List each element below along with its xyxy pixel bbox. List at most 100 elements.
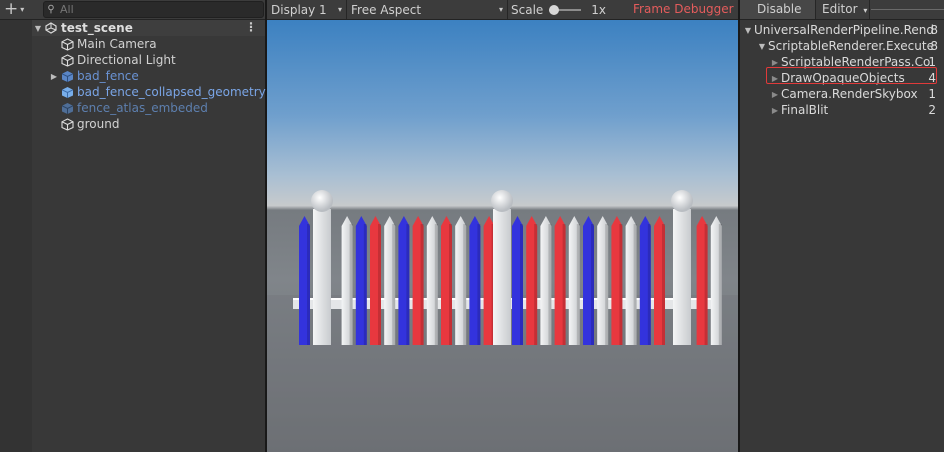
expand-arrow-icon[interactable]: ▶ — [769, 106, 781, 115]
chevron-down-icon: ▾ — [863, 6, 868, 15]
search-input[interactable] — [58, 3, 263, 16]
scene-row[interactable]: ▼ test_scene ⋮ — [32, 20, 265, 36]
event-count: 8 — [930, 23, 938, 37]
picket-shade — [449, 224, 452, 345]
game-viewport[interactable] — [267, 20, 738, 452]
hierarchy-toolbar: + ▾ ⚲ — [0, 0, 265, 20]
game-toolbar: Display 1 ▾ Free Aspect ▾ Scale 1x Frame… — [267, 0, 738, 20]
fence-post — [493, 209, 511, 345]
picket-shade — [647, 224, 651, 345]
picket-shade — [434, 224, 438, 345]
hierarchy-item-directional-light[interactable]: Directional Light — [32, 52, 265, 68]
picket-shade — [307, 224, 310, 345]
picket-shade — [605, 224, 609, 345]
picket-shade — [576, 224, 580, 345]
picket-shade — [463, 224, 467, 345]
event-label: FinalBlit — [781, 103, 829, 117]
picket-shade — [562, 224, 566, 345]
picket-shade — [548, 224, 552, 345]
event-row[interactable]: ▼ UniversalRenderPipeline.Rend 8 — [740, 22, 944, 38]
gameobject-icon — [60, 53, 74, 67]
prefab-icon — [60, 101, 74, 115]
picket-shade — [718, 224, 722, 345]
picket-shade — [662, 224, 665, 345]
collapse-arrow-icon[interactable]: ▼ — [756, 42, 768, 51]
picket-shade — [534, 224, 538, 345]
item-label: Main Camera — [77, 37, 157, 51]
item-label: ground — [77, 117, 120, 131]
fence-post — [673, 209, 691, 345]
slider-knob[interactable] — [549, 4, 560, 15]
expand-arrow-icon[interactable]: ▶ — [769, 90, 781, 99]
event-row[interactable]: ▶ FinalBlit 2 — [740, 102, 944, 118]
scale-slider[interactable] — [549, 4, 582, 15]
hierarchy-tree: ▼ test_scene ⋮ Main Camera Directional L… — [32, 20, 266, 452]
picket-shade — [591, 224, 594, 345]
more-options-icon[interactable]: ⋮ — [245, 20, 257, 34]
target-dropdown[interactable]: Editor ▾ — [818, 0, 870, 19]
debugger-tree: ▼ UniversalRenderPipeline.Rend 8 ▼ Scrip… — [740, 20, 944, 452]
post-sphere — [491, 190, 513, 212]
slider-track[interactable] — [871, 9, 944, 10]
expand-arrow-icon[interactable]: ▶ — [48, 72, 60, 81]
hierarchy-search[interactable]: ⚲ — [43, 1, 264, 18]
chevron-down-icon: ▾ — [498, 5, 503, 14]
hierarchy-item-bad-fence[interactable]: ▶ bad_fence — [32, 68, 265, 84]
event-label: Camera.RenderSkybox — [781, 87, 918, 101]
prefab-icon — [60, 85, 74, 99]
chevron-down-icon: ▾ — [20, 5, 25, 14]
debugger-toolbar: Disable Editor ▾ — [740, 0, 944, 20]
display-label: Display 1 — [271, 2, 327, 17]
fence-render — [267, 190, 738, 452]
post-sphere — [671, 190, 693, 212]
post-sphere — [311, 190, 333, 212]
picket-shade — [378, 224, 381, 345]
event-count: 2 — [928, 103, 936, 117]
prefab-icon — [60, 69, 74, 83]
item-label: fence_atlas_embeded — [77, 101, 208, 115]
hierarchy-item-ground[interactable]: ground — [32, 116, 265, 132]
hierarchy-item-bad-fence-collapsed-geometry[interactable]: bad_fence_collapsed_geometry — [32, 84, 266, 100]
display-dropdown[interactable]: Display 1 ▾ — [267, 0, 347, 19]
frame-debugger-panel: Disable Editor ▾ ▼ UniversalRenderPipeli… — [740, 0, 944, 452]
event-count: 1 — [928, 87, 936, 101]
fence-post — [313, 209, 331, 345]
picket-shade — [420, 224, 424, 345]
plus-icon: + — [4, 0, 19, 19]
game-view-panel: Display 1 ▾ Free Aspect ▾ Scale 1x Frame… — [267, 0, 738, 452]
disable-button[interactable]: Disable — [740, 0, 816, 19]
expand-arrow-icon[interactable]: ▶ — [769, 58, 781, 67]
picket-shade — [619, 224, 623, 345]
picket-shade — [520, 224, 523, 345]
picket-shade — [477, 224, 481, 345]
event-row[interactable]: ▶ Camera.RenderSkybox 1 — [740, 86, 944, 102]
item-label: Directional Light — [77, 53, 176, 67]
picket-shade — [363, 224, 367, 345]
scene-name: test_scene — [61, 21, 133, 35]
scale-label: Scale — [511, 2, 544, 17]
chevron-down-icon: ▾ — [337, 5, 342, 14]
event-label: UniversalRenderPipeline.Rend — [754, 23, 934, 37]
aspect-dropdown[interactable]: Free Aspect ▾ — [347, 0, 508, 19]
event-label: ScriptableRenderer.Execute — [768, 39, 934, 53]
item-label: bad_fence — [77, 69, 139, 83]
selection-highlight — [766, 67, 937, 84]
picket-shade — [704, 224, 708, 345]
item-label: bad_fence_collapsed_geometry — [77, 85, 266, 99]
picket-shade — [392, 224, 396, 345]
collapse-arrow-icon[interactable]: ▼ — [742, 26, 754, 35]
aspect-label: Free Aspect — [351, 2, 422, 17]
hierarchy-item-main-camera[interactable]: Main Camera — [32, 36, 265, 52]
picket-shade — [349, 224, 353, 345]
expand-arrow-icon[interactable]: ▼ — [32, 24, 44, 33]
hierarchy-panel: + ▾ ⚲ ▼ test_scene ⋮ Main Camera Directi… — [0, 0, 266, 452]
frame-debugger-label: Frame Debugger O — [633, 2, 738, 16]
event-count: 8 — [930, 39, 938, 53]
event-row[interactable]: ▼ ScriptableRenderer.Execute 8 — [740, 38, 944, 54]
hierarchy-item-fence-atlas-embeded[interactable]: fence_atlas_embeded — [32, 100, 265, 116]
gameobject-icon — [60, 117, 74, 131]
create-button[interactable]: + ▾ — [4, 0, 38, 19]
unity-scene-icon — [44, 21, 58, 35]
hierarchy-gutter — [0, 20, 32, 452]
scale-control: Scale 1x — [511, 0, 606, 19]
